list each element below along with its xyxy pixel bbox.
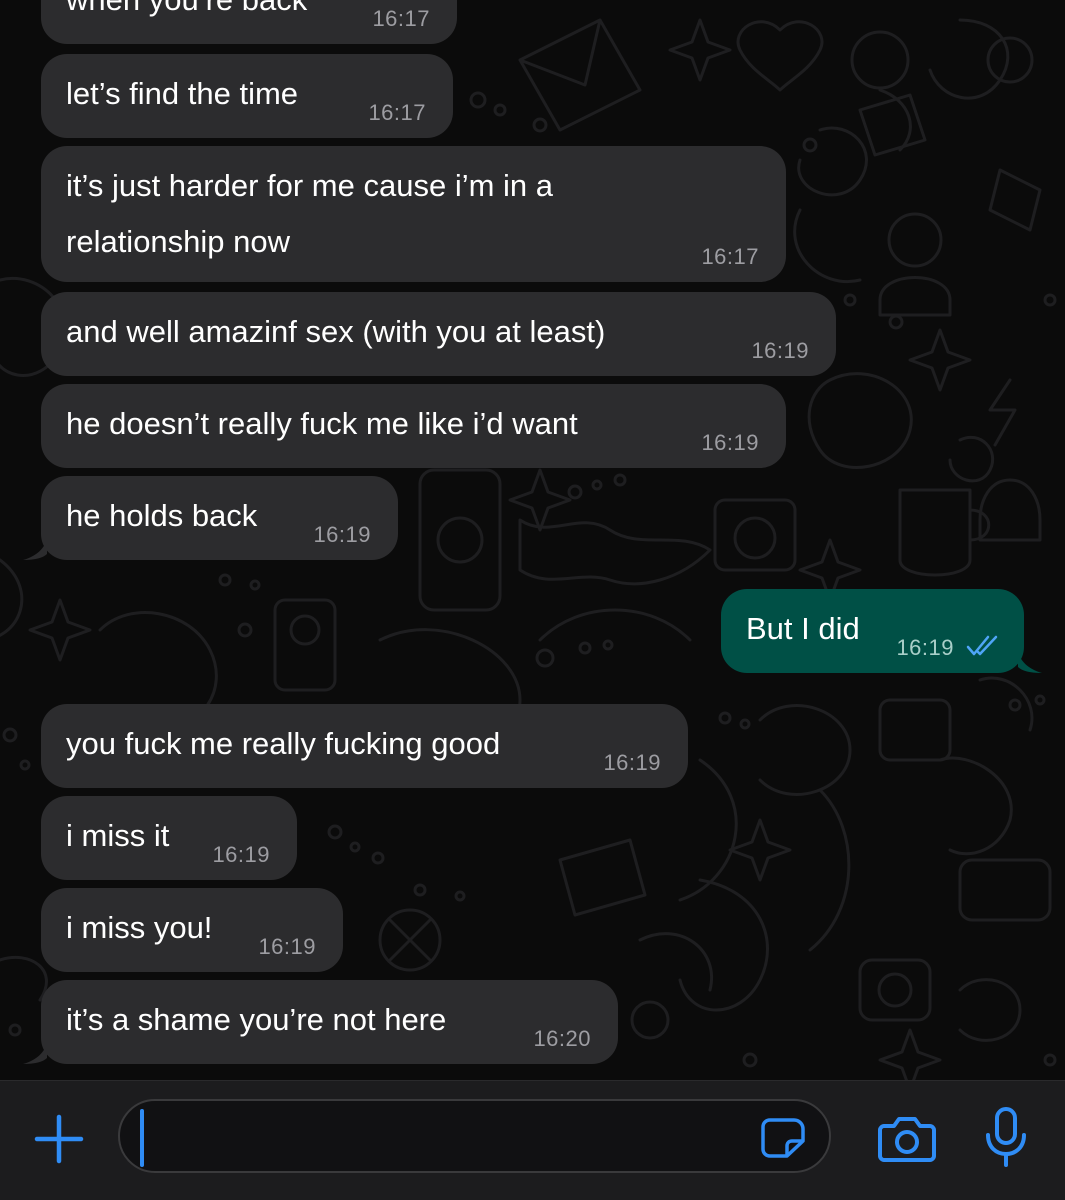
message-time: 16:17 — [372, 6, 430, 31]
incoming-message[interactable]: when you’re back 16:17 — [41, 0, 457, 44]
plus-icon[interactable] — [33, 1113, 85, 1165]
message-time: 16:19 — [603, 750, 661, 775]
incoming-message[interactable]: it’s just harder for me cause i’m in a r… — [41, 146, 786, 282]
incoming-message[interactable]: i miss it 16:19 — [41, 796, 297, 880]
microphone-icon[interactable] — [982, 1107, 1030, 1169]
incoming-message[interactable]: let’s find the time 16:17 — [41, 54, 453, 138]
message-time: 16:19 — [701, 430, 759, 455]
message-input-bar — [0, 1080, 1065, 1200]
sticker-icon[interactable] — [760, 1117, 806, 1159]
message-text: it’s a shame you’re not here — [66, 1002, 447, 1037]
bubble-tail — [1018, 651, 1042, 673]
message-text: But I did — [746, 611, 860, 646]
incoming-message[interactable]: and well amazinf sex (with you at least)… — [41, 292, 836, 376]
message-time: 16:19 — [313, 522, 371, 547]
message-time: 16:17 — [701, 244, 759, 269]
incoming-message[interactable]: he holds back 16:19 — [23, 476, 398, 560]
incoming-message[interactable]: i miss you! 16:19 — [41, 888, 343, 972]
incoming-message[interactable]: you fuck me really fucking good 16:19 — [41, 704, 688, 788]
message-input-field[interactable] — [118, 1099, 831, 1173]
incoming-message[interactable]: he doesn’t really fuck me like i’d want … — [41, 384, 786, 468]
bubble-tail — [23, 538, 47, 560]
read-receipt-icon — [966, 635, 998, 656]
message-text: and well amazinf sex (with you at least) — [66, 314, 606, 349]
incoming-message[interactable]: it’s a shame you’re not here 16:20 — [23, 980, 618, 1064]
bubble-tail — [23, 1042, 47, 1064]
camera-icon[interactable] — [878, 1114, 936, 1162]
message-time: 16:19 — [751, 338, 809, 363]
message-time: 16:20 — [533, 1026, 591, 1051]
message-text: he doesn’t really fuck me like i’d want — [66, 406, 578, 441]
message-time: 16:19 — [212, 842, 270, 867]
message-time: 16:17 — [368, 100, 426, 125]
message-time: 16:19 — [258, 934, 316, 959]
outgoing-message[interactable]: But I did 16:19 — [721, 589, 1042, 673]
message-text: you fuck me really fucking good — [66, 726, 501, 761]
message-text: it’s just harder for me cause i’m in a r… — [66, 168, 562, 259]
message-time: 16:19 — [896, 635, 954, 660]
message-list[interactable]: when you’re back 16:17 let’s find the ti… — [0, 0, 1065, 1080]
message-input[interactable] — [142, 1111, 746, 1163]
